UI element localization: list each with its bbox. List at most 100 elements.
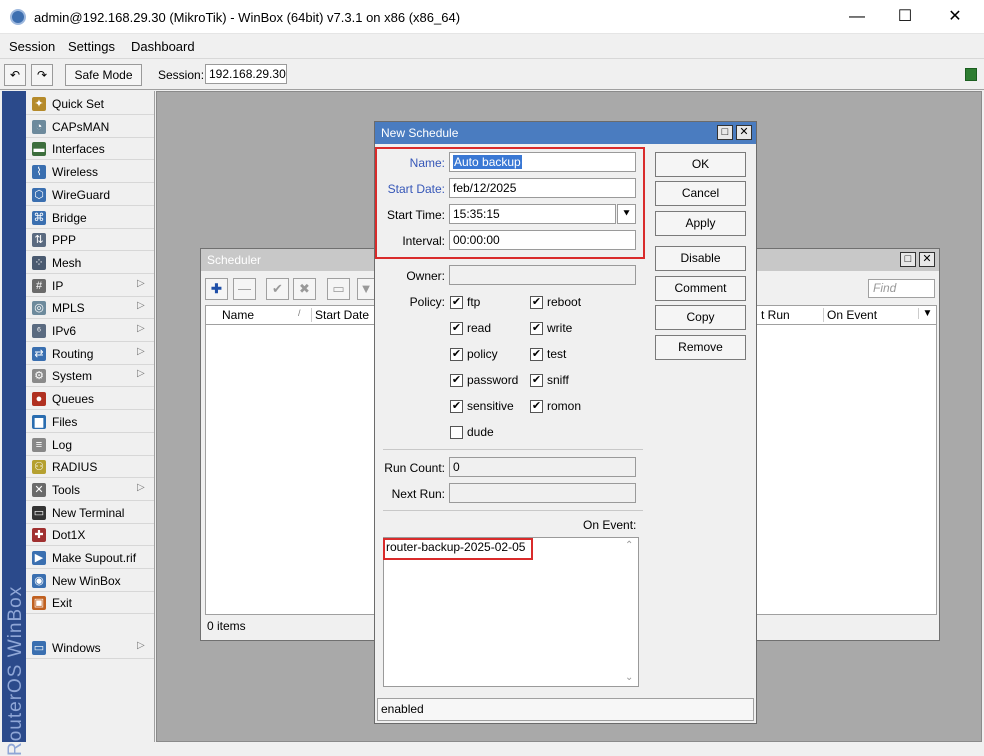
policy-ftp-checkbox[interactable]: ✔ [450,296,463,309]
menu-settings[interactable]: Settings [68,39,115,54]
disable-button[interactable]: Disable [655,246,746,271]
scroll-up-icon[interactable]: ⌃ [625,540,633,551]
filter-icon[interactable]: ▼ [357,278,375,300]
policy-policy-checkbox[interactable]: ✔ [450,348,463,361]
sidebar-item-new-terminal[interactable]: ▭ New Terminal [26,502,154,524]
sidebar-item-label: Wireless [52,165,99,180]
policy-sensitive-checkbox[interactable]: ✔ [450,400,463,413]
remove-button[interactable]: Remove [655,335,746,360]
policy-romon-label: romon [547,399,582,413]
sidebar-item-exit[interactable]: ▣ Exit [26,592,154,615]
sidebar-item-wireless[interactable]: ⌇ Wireless [26,161,154,184]
sidebar-item-windows[interactable]: ▭ Windows ▷ [26,637,154,659]
sidebar-item-system[interactable]: ⚙ System ▷ [26,365,154,388]
sidebar-item-label: Dot1X [52,528,86,543]
sidebar-item-ppp[interactable]: ⇅ PPP [26,229,154,252]
sidebar-item-log[interactable]: ≡ Log [26,434,154,456]
scheduler-close-button[interactable]: ✕ [919,252,935,267]
column-last-run[interactable]: t Run [761,308,790,322]
undo-button[interactable]: ↶ [4,64,26,86]
policy-dude-checkbox[interactable] [450,426,463,439]
brand-strip: RouterOS WinBox [2,91,26,756]
policy-romon-checkbox[interactable]: ✔ [530,400,543,413]
terminal-icon: ▭ [32,505,46,520]
sidebar-item-label: Windows [52,641,101,655]
column-name[interactable]: Name [222,308,254,322]
sidebar-item-mpls[interactable]: ◎ MPLS ▷ [26,297,154,320]
bridge-icon: ⌘ [32,210,46,225]
gear-icon: ⚙ [32,369,46,384]
policy-sensitive-label: sensitive [467,399,514,413]
add-icon[interactable]: ✚ [205,278,228,300]
menu-session[interactable]: Session [9,39,55,54]
routing-icon: ⇄ [32,346,46,361]
policy-test-checkbox[interactable]: ✔ [530,348,543,361]
sidebar-item-label: RADIUS [52,460,98,475]
sidebar-item-quick-set[interactable]: ✦ Quick Set [26,93,154,115]
safe-mode-button[interactable]: Safe Mode [65,64,142,86]
policy-reboot-checkbox[interactable]: ✔ [530,296,543,309]
scroll-down-icon[interactable]: ⌄ [625,672,633,683]
policy-write-checkbox[interactable]: ✔ [530,322,543,335]
brand-text: RouterOS WinBox [5,585,26,756]
sidebar-item-make-supout-rif[interactable]: ▶ Make Supout.rif [26,547,154,569]
sidebar-item-new-winbox[interactable]: ◉ New WinBox [26,570,154,592]
sidebar-item-label: Routing [52,346,94,361]
sidebar-item-wireguard[interactable]: ⬡ WireGuard [26,184,154,206]
sidebar-item-label: Queues [52,392,95,407]
policy-sniff-checkbox[interactable]: ✔ [530,374,543,387]
sidebar-item-label: System [52,369,93,384]
redo-button[interactable]: ↷ [31,64,53,86]
remove-icon[interactable]: — [233,278,256,300]
dialog-close-button[interactable]: ✕ [736,125,752,140]
folder-icon: ▆ [32,414,46,429]
scheduler-maximize-button[interactable]: □ [900,252,916,267]
submenu-arrow-icon: ▷ [137,345,145,357]
maximize-button[interactable]: ☐ [882,0,928,34]
exit-icon: ▣ [32,596,46,611]
sidebar-item-radius[interactable]: ⚇ RADIUS [26,456,154,479]
sidebar-item-tools[interactable]: ✕ Tools ▷ [26,479,154,501]
toolbar: ↶ ↷ Safe Mode Session: 192.168.29.30 [0,58,984,90]
enable-icon[interactable]: ✔ [266,278,289,300]
log-icon: ≡ [32,437,46,452]
sidebar-item-ip[interactable]: # IP ▷ [26,275,154,297]
copy-button[interactable]: Copy [655,305,746,330]
minimize-button[interactable]: — [834,0,880,34]
sidebar-item-files[interactable]: ▆ Files [26,411,154,433]
menu-dashboard[interactable]: Dashboard [131,39,195,54]
sidebar-item-routing[interactable]: ⇄ Routing ▷ [26,343,154,365]
capsman-icon: ◔ [32,119,46,134]
disable-icon[interactable]: ✖ [293,278,316,300]
column-on-event[interactable]: On Event [823,308,877,322]
scheduler-find-input[interactable]: Find [868,279,935,298]
column-chooser-icon[interactable]: ▼ [918,308,936,319]
sidebar-item-capsman[interactable]: ◔ CAPsMAN [26,116,154,138]
policy-write-label: write [547,321,573,335]
winbox-app-icon [10,9,26,25]
policy-read-checkbox[interactable]: ✔ [450,322,463,335]
dialog-maximize-button[interactable]: □ [717,125,733,140]
submenu-arrow-icon: ▷ [137,323,145,334]
dialog-title-bar[interactable]: New Schedule [375,122,756,144]
sidebar-item-label: IP [52,278,64,293]
column-start-date[interactable]: Start Date [311,308,369,322]
close-button[interactable]: ✕ [932,0,978,34]
cancel-button[interactable]: Cancel [655,181,746,206]
sidebar-item-dot1x[interactable]: ✚ Dot1X [26,524,154,547]
sidebar-item-ipv6[interactable]: ⁶ IPv6 ▷ [26,320,154,342]
comment-button[interactable]: Comment [655,276,746,301]
ppp-icon: ⇅ [32,233,46,248]
sidebar-item-label: Bridge [52,210,87,225]
sidebar-item-interfaces[interactable]: ▬ Interfaces [26,138,154,161]
apply-button[interactable]: Apply [655,211,746,236]
magic-wand-icon: ✦ [32,97,46,111]
session-address: 192.168.29.30 [205,64,287,84]
policy-password-checkbox[interactable]: ✔ [450,374,463,387]
comment-icon[interactable]: ▭ [327,278,350,300]
sidebar-item-bridge[interactable]: ⌘ Bridge [26,207,154,229]
sidebar-item-mesh[interactable]: ⁘ Mesh [26,252,154,274]
highlight-box [383,538,533,560]
sidebar-item-queues[interactable]: ● Queues [26,388,154,411]
ok-button[interactable]: OK [655,152,746,177]
